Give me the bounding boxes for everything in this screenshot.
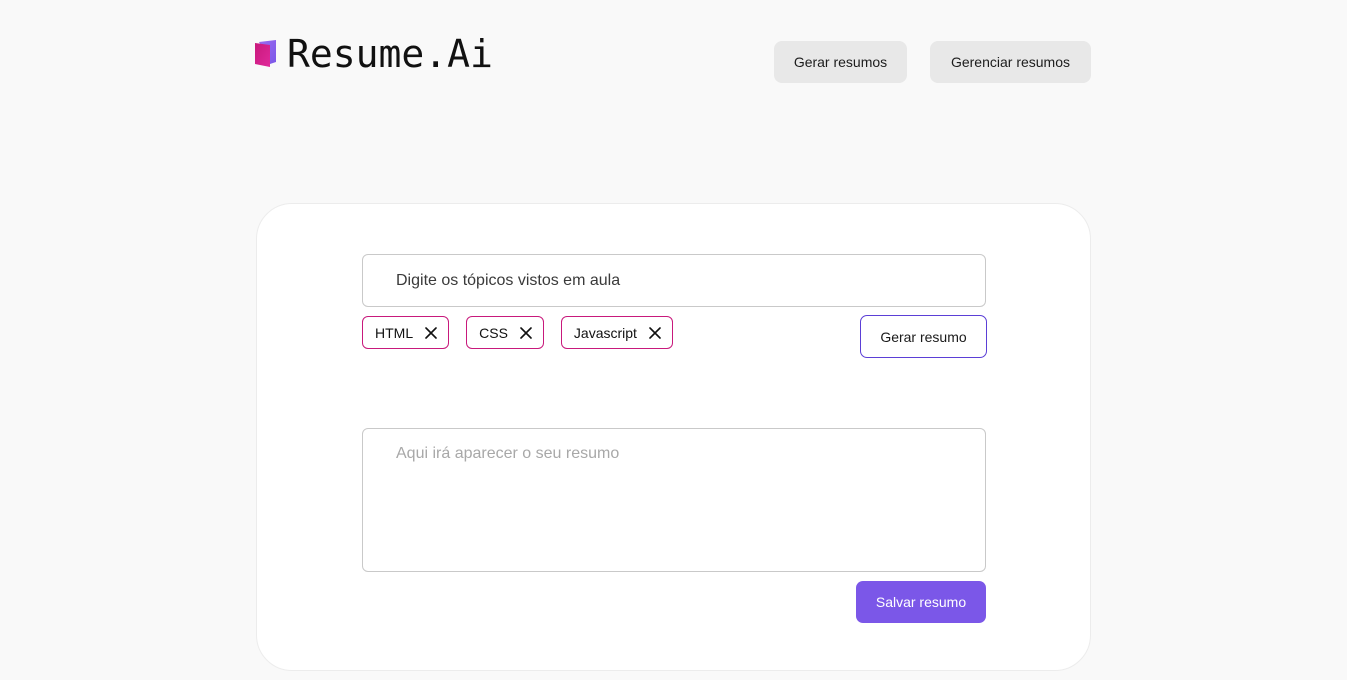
- tag-list: HTML CSS Javascript: [362, 316, 673, 349]
- logo-text: Resume.Ai: [287, 32, 493, 76]
- generate-summary-button[interactable]: Gerar resumo: [860, 315, 987, 358]
- logo[interactable]: Resume.Ai: [254, 34, 493, 74]
- summary-card: HTML CSS Javascript Gerar resumo Salvar …: [256, 203, 1091, 671]
- close-icon[interactable]: [518, 325, 534, 341]
- save-summary-button[interactable]: Salvar resumo: [856, 581, 986, 623]
- tag-javascript: Javascript: [560, 316, 673, 349]
- tag-label: HTML: [375, 324, 414, 341]
- nav-gerar-resumos-button[interactable]: Gerar resumos: [774, 41, 907, 83]
- topics-input[interactable]: [362, 254, 986, 307]
- summary-textarea[interactable]: [362, 428, 986, 572]
- tag-label: Javascript: [573, 324, 637, 341]
- close-icon[interactable]: [647, 325, 663, 341]
- tag-css: CSS: [466, 316, 544, 349]
- nav-gerenciar-resumos-button[interactable]: Gerenciar resumos: [930, 41, 1091, 83]
- tag-html: HTML: [362, 316, 450, 349]
- book-icon: [255, 40, 276, 67]
- close-icon[interactable]: [423, 325, 439, 341]
- tag-label: CSS: [479, 324, 508, 341]
- page: Resume.Ai Gerar resumos Gerenciar resumo…: [0, 0, 1347, 680]
